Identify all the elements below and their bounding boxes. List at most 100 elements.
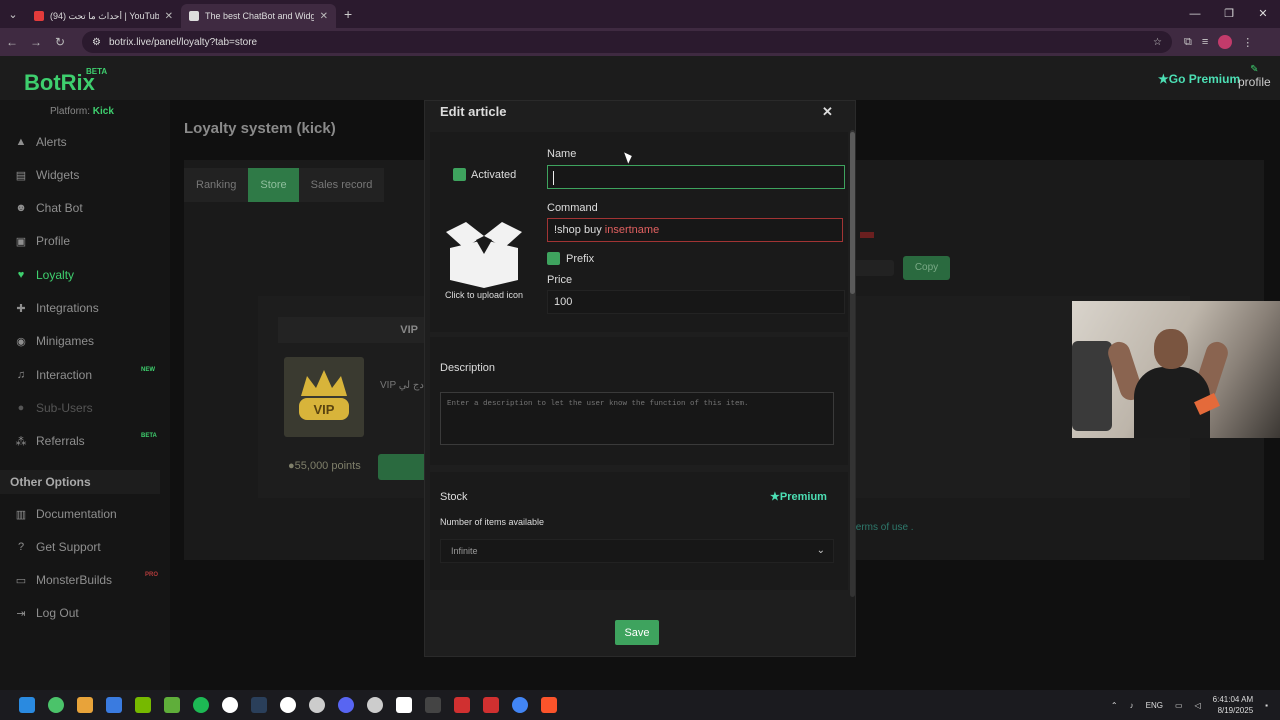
brave-icon[interactable] — [534, 690, 563, 720]
botrix-logo[interactable]: BotRix — [24, 70, 95, 96]
forward-icon[interactable]: → — [24, 35, 48, 49]
sidebar-item-label: Interaction — [36, 368, 93, 382]
sidebar-item-minigames[interactable]: ◉ Minigames — [14, 334, 94, 348]
tab-search-chevron-icon[interactable]: ⌄ — [0, 8, 26, 21]
terms-of-use-link[interactable]: terms of use . — [853, 522, 914, 533]
taskbar-app-icon[interactable] — [476, 690, 505, 720]
taskbar-app-icon[interactable] — [360, 690, 389, 720]
epic-games-icon[interactable] — [418, 690, 447, 720]
sidebar-item-label: MonsterBuilds — [36, 573, 113, 587]
browser-menu-icon[interactable]: ⋮ — [1242, 36, 1253, 49]
description-textarea[interactable] — [440, 392, 834, 445]
notifications-icon[interactable]: ▪ — [1265, 701, 1268, 710]
extensions-icon[interactable]: ⧉ — [1184, 36, 1192, 49]
bookmark-star-icon[interactable]: ☆ — [1153, 37, 1162, 48]
platform-label: Platform: — [50, 106, 91, 117]
activated-checkbox[interactable] — [453, 168, 466, 181]
name-input[interactable] — [547, 165, 845, 189]
minecraft-icon[interactable] — [157, 690, 186, 720]
sidebar-item-sub-users[interactable]: ● Sub-Users — [14, 401, 93, 415]
save-button[interactable]: Save — [615, 620, 659, 645]
taskbar-app-icon[interactable] — [447, 690, 476, 720]
browser-tab-youtube[interactable]: (94) أحداث ما تحت | YouTube ✕ — [26, 4, 181, 28]
items-available-select[interactable]: Infinite ⌄ — [440, 539, 834, 563]
spotify-icon[interactable] — [186, 690, 215, 720]
site-info-icon[interactable]: ⚙ — [92, 37, 101, 48]
sidebar-item-integrations[interactable]: ✚ Integrations — [14, 301, 98, 315]
crown-icon: VIP — [299, 370, 349, 420]
taskbar-app-icon[interactable] — [273, 690, 302, 720]
prefix-checkbox[interactable] — [547, 252, 560, 265]
new-tab-icon[interactable]: + — [344, 6, 352, 22]
sidebar-item-referrals[interactable]: ⁂ Referrals — [14, 434, 85, 448]
steam-icon[interactable] — [244, 690, 273, 720]
start-icon[interactable] — [12, 690, 41, 720]
webcam-overlay — [1072, 301, 1280, 438]
price-label: Price — [547, 274, 573, 286]
sidebar-item-documentation[interactable]: ▥ Documentation — [14, 507, 117, 521]
discord-icon[interactable] — [331, 690, 360, 720]
go-premium-link[interactable]: ★Go Premium — [1158, 72, 1240, 86]
command-input[interactable]: !shop buy insertname — [547, 218, 843, 242]
tab-ranking[interactable]: Ranking — [184, 168, 249, 202]
profile-link[interactable]: ✎ profile — [1238, 64, 1271, 89]
prefix-label: Prefix — [566, 253, 595, 265]
restore-icon[interactable]: ❐ — [1212, 0, 1246, 28]
tab-sales-record[interactable]: Sales record — [298, 168, 385, 202]
media-icon[interactable]: ≡ — [1202, 36, 1208, 48]
browser-profile-avatar[interactable] — [1218, 35, 1233, 49]
microphone-icon[interactable]: ♪ — [1130, 701, 1134, 710]
close-icon[interactable]: ✕ — [822, 104, 833, 120]
taskbar-app-icon[interactable] — [70, 690, 99, 720]
volume-icon[interactable]: ◁ — [1195, 701, 1201, 710]
sidebar-item-monsterbuilds[interactable]: ▭ MonsterBuilds — [14, 573, 112, 587]
tray-chevron-up-icon[interactable]: ⌃ — [1111, 701, 1118, 710]
modal-scrollbar-thumb[interactable] — [850, 132, 855, 294]
copy-button[interactable]: Copy — [903, 256, 950, 280]
upload-caption: Click to upload icon — [444, 290, 524, 300]
clock[interactable]: 6:41:04 AM 8/19/2025 — [1213, 694, 1253, 716]
book-icon: ▥ — [15, 508, 27, 521]
users-icon: ● — [17, 402, 25, 414]
profile-label: profile — [1238, 75, 1271, 89]
link-field[interactable] — [850, 260, 894, 276]
url-text: botrix.live/panel/loyalty?tab=store — [108, 36, 258, 48]
gamepad-icon: ◉ — [16, 335, 26, 348]
reload-icon[interactable]: ↻ — [48, 35, 72, 49]
close-window-icon[interactable]: ✕ — [1246, 0, 1280, 28]
language-indicator[interactable]: ENG — [1146, 701, 1163, 710]
tab-store[interactable]: Store — [248, 168, 299, 202]
new-badge: NEW — [141, 367, 155, 373]
taskbar-app-icon[interactable] — [389, 690, 418, 720]
sidebar-item-profile[interactable]: ▣ Profile — [14, 234, 70, 248]
nvidia-icon[interactable] — [128, 690, 157, 720]
item-buy-button[interactable] — [378, 454, 426, 480]
price-input[interactable] — [547, 290, 845, 314]
sidebar-item-loyalty[interactable]: ♥ Loyalty — [14, 268, 74, 282]
network-icon[interactable]: ▭ — [1175, 701, 1183, 710]
taskbar-app-icon[interactable] — [41, 690, 70, 720]
items-available-label: Number of items available — [440, 517, 545, 527]
sidebar-item-log-out[interactable]: ⇥ Log Out — [14, 606, 79, 620]
back-icon[interactable]: ← — [0, 35, 24, 49]
sidebar-item-widgets[interactable]: ▤ Widgets — [14, 168, 80, 182]
sidebar-item-get-support[interactable]: ? Get Support — [14, 540, 101, 554]
url-input[interactable]: ⚙ botrix.live/panel/loyalty?tab=store ☆ — [82, 31, 1172, 53]
sidebar-item-chat-bot[interactable]: ☻ Chat Bot — [14, 201, 83, 215]
upload-icon-button[interactable] — [436, 218, 532, 295]
sidebar-item-label: Log Out — [36, 606, 79, 620]
taskbar-app-icon[interactable] — [99, 690, 128, 720]
browser-tab-title: (94) أحداث ما تحت | YouTube — [50, 10, 159, 21]
browser-tab-botrix[interactable]: The best ChatBot and Widgets ✕ — [181, 4, 336, 28]
settings-icon[interactable] — [302, 690, 331, 720]
sidebar-item-alerts[interactable]: ▲ Alerts — [14, 135, 67, 149]
taskbar-app-icon[interactable] — [215, 690, 244, 720]
minimize-icon[interactable]: — — [1178, 0, 1212, 28]
tab-close-icon[interactable]: ✕ — [165, 11, 173, 22]
clock-time: 6:41:04 AM — [1212, 695, 1254, 704]
help-icon: ? — [17, 541, 25, 553]
tab-close-icon[interactable]: ✕ — [320, 11, 328, 22]
sidebar-item-interaction[interactable]: ♫ Interaction — [14, 368, 92, 382]
chrome-icon[interactable] — [505, 690, 534, 720]
window-controls: — ❐ ✕ — [1178, 0, 1280, 28]
